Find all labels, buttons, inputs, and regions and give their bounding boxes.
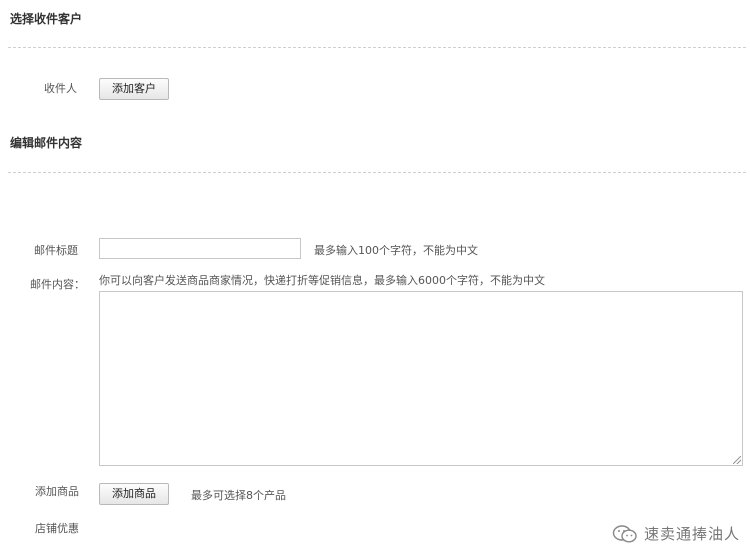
- subject-input[interactable]: [99, 238, 301, 259]
- watermark: 速卖通捧油人: [612, 523, 740, 544]
- add-product-label: 添加商品: [35, 485, 79, 498]
- add-product-button[interactable]: 添加商品: [99, 483, 169, 505]
- section-title-content: 编辑邮件内容: [10, 136, 83, 150]
- add-product-hint: 最多可选择8个产品: [191, 489, 286, 502]
- section-divider: [8, 47, 746, 48]
- body-hint: 你可以向客户发送商品商家情况，快递打折等促销信息，最多输入6000个字符，不能为…: [99, 274, 545, 287]
- subject-label: 邮件标题: [34, 244, 78, 257]
- body-label: 邮件内容：: [30, 278, 85, 291]
- add-customer-button[interactable]: 添加客户: [99, 78, 169, 100]
- watermark-text: 速卖通捧油人: [643, 525, 740, 543]
- recipient-label: 收件人: [44, 82, 77, 95]
- resize-grip-icon[interactable]: [733, 456, 741, 464]
- section-title-recipient: 选择收件客户: [10, 12, 83, 26]
- store-discount-label: 店铺优惠: [35, 522, 79, 535]
- body-textarea[interactable]: [99, 291, 743, 466]
- wechat-icon: [612, 524, 637, 543]
- subject-hint: 最多输入100个字符，不能为中文: [314, 244, 478, 257]
- section-divider: [8, 172, 746, 173]
